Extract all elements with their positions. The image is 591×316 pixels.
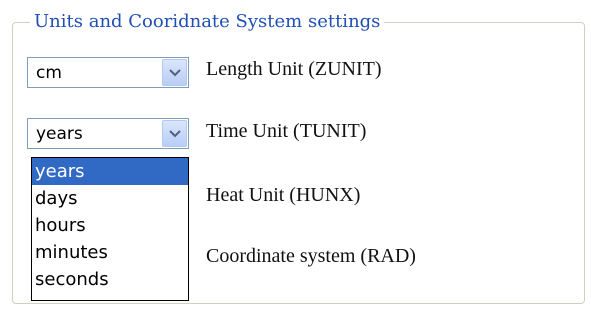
time-unit-select[interactable]: years xyxy=(27,118,189,149)
time-unit-option[interactable]: seconds xyxy=(32,266,188,293)
time-unit-option[interactable]: minutes xyxy=(32,239,188,266)
length-unit-label: Length Unit (ZUNIT) xyxy=(206,58,382,80)
time-unit-option[interactable]: hours xyxy=(32,212,188,239)
time-unit-dropdown-button[interactable] xyxy=(162,120,187,147)
chevron-down-icon xyxy=(168,68,181,76)
time-unit-value: years xyxy=(36,124,83,144)
time-unit-label: Time Unit (TUNIT) xyxy=(206,120,367,142)
length-unit-value: cm xyxy=(36,63,62,83)
time-unit-dropdown-list[interactable]: years days hours minutes seconds xyxy=(31,157,189,301)
length-unit-dropdown-button[interactable] xyxy=(162,59,187,86)
time-unit-option[interactable]: years xyxy=(32,158,188,185)
length-unit-select[interactable]: cm xyxy=(27,57,189,88)
time-unit-option[interactable]: days xyxy=(32,185,188,212)
heat-unit-label: Heat Unit (HUNX) xyxy=(206,184,361,206)
group-title: Units and Cooridnate System settings xyxy=(30,10,385,34)
coordinate-system-label: Coordinate system (RAD) xyxy=(206,245,416,267)
chevron-down-icon xyxy=(168,129,181,137)
